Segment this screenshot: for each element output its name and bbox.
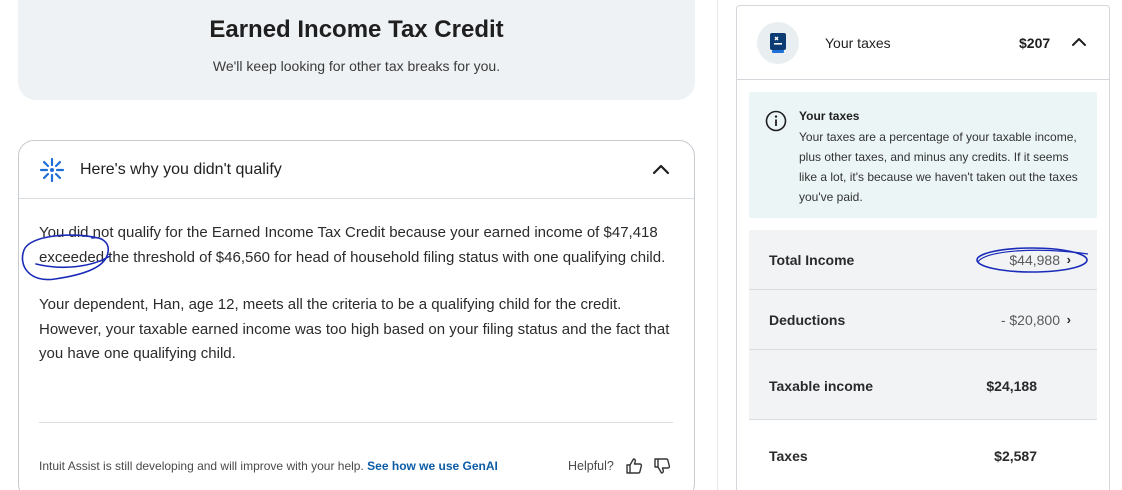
footer-divider [39,422,673,423]
credit-title: Earned Income Tax Credit [209,16,504,43]
helpful-label: Helpful? [568,459,614,473]
thumbs-down-icon[interactable] [653,457,671,475]
info-title: Your taxes [799,109,860,123]
credit-subtitle: We'll keep looking for other tax breaks … [212,58,501,74]
explanation-paragraph-2: Your dependent, Han, age 12, meets all t… [39,296,670,362]
why-card-title: Here's why you didn't qualify [80,161,282,178]
why-not-qualify-card: Here's why you didn't qualify You did no… [18,140,695,490]
why-card-body: You did not qualify for the Earned Incom… [39,221,674,367]
column-separator [717,0,718,490]
sparkle-icon [39,157,65,183]
row-label: Taxes [769,448,808,464]
row-label: Taxable income [769,378,874,394]
tax-summary-header[interactable]: Your taxes $207 [737,6,1109,80]
page: Earned Income Tax Credit We'll keep look… [0,0,1122,490]
taxable-income-amount: $24,188 [986,378,1037,394]
chevron-up-icon[interactable] [651,161,671,177]
tax-badge-icon [770,33,786,53]
your-taxes-label: Your taxes [825,35,891,51]
disclaimer-text: Intuit Assist is still developing and wi… [39,459,364,473]
info-icon [765,110,787,132]
credit-header-panel: Earned Income Tax Credit We'll keep look… [18,0,695,100]
explanation-paragraph-1: You did not qualify for the Earned Incom… [39,224,666,266]
tax-summary-card: Your taxes $207 Your taxes Your taxes ar… [736,5,1110,490]
your-taxes-amount: $207 [1019,35,1051,51]
row-label: Total Income [769,252,855,268]
taxes-amount: $2,587 [994,448,1037,464]
taxes-info-box: Your taxes Your taxes are a percentage o… [749,92,1097,218]
why-card-header[interactable]: Here's why you didn't qualify [19,141,694,199]
info-text: Your taxes are a percentage of your taxa… [799,130,1078,204]
tax-badge [757,22,799,64]
thumbs-up-icon[interactable] [625,457,643,475]
chevron-right-icon[interactable]: › [1067,252,1071,267]
chevron-up-icon[interactable] [1071,36,1087,48]
taxable-income-row: Taxable income $24,188 [749,350,1097,420]
deductions-amount: - $20,800 [1000,312,1060,328]
assist-disclaimer: Intuit Assist is still developing and wi… [39,459,498,473]
row-label: Deductions [769,312,846,328]
deductions-row[interactable]: Deductions - $20,800 › [749,290,1097,350]
total-income-amount: $44,988 [1009,252,1060,268]
genai-info-link[interactable]: See how we use GenAI [367,459,498,473]
taxes-row: Taxes $2,587 [749,434,1097,490]
total-income-row[interactable]: Total Income $44,988 › [749,230,1097,290]
chevron-right-icon[interactable]: › [1067,312,1071,327]
